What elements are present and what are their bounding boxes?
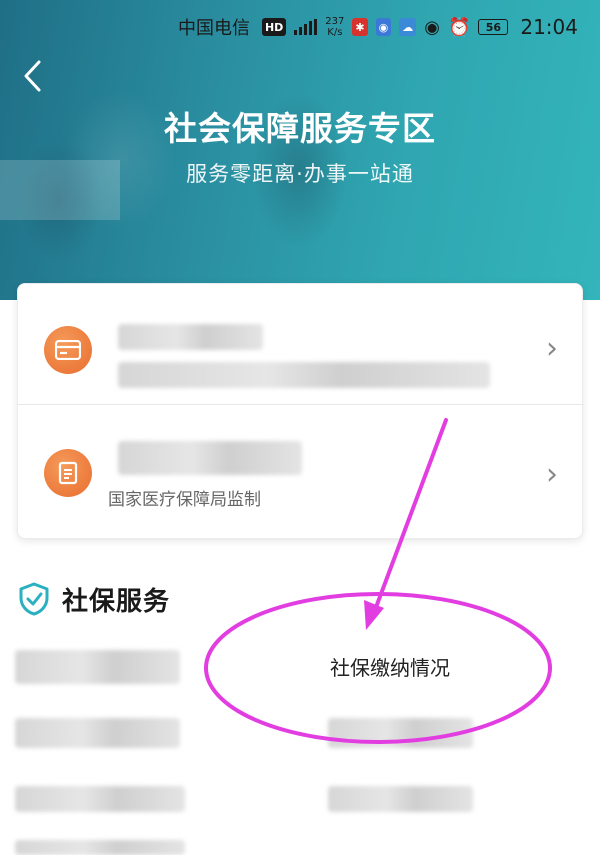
- annotation-arrowhead: [364, 600, 384, 630]
- section-title: 社保服务: [62, 586, 171, 617]
- medical-supervision-text: 国家医疗保障局监制: [108, 490, 261, 510]
- medical-insurance-entry[interactable]: 国家医疗保障局监制 ›: [18, 404, 584, 540]
- document-icon: [44, 449, 92, 497]
- network-speed-value: 237: [325, 16, 345, 27]
- signal-icon: [294, 19, 318, 35]
- carrier-name: 中国电信: [177, 18, 250, 39]
- card-icon: [44, 326, 92, 374]
- bulb-icon: ◉: [375, 18, 392, 36]
- battery-icon: 56: [478, 19, 509, 35]
- app-notification-icon: ✱: [352, 18, 368, 36]
- page-subtitle: 服务零距离·办事一站通: [186, 162, 414, 186]
- blurred-description: [118, 362, 490, 388]
- network-speed-unit: K/s: [327, 27, 343, 38]
- alarm-icon: ⏰: [447, 16, 471, 38]
- card-group: › 国家医疗保障局监制 ›: [17, 283, 584, 540]
- back-button[interactable]: [14, 56, 50, 96]
- service-item-blurred[interactable]: [328, 718, 473, 748]
- social-security-card-entry[interactable]: ›: [18, 284, 584, 404]
- eye-icon: ◉: [424, 16, 440, 38]
- cloud-icon: ☁: [399, 18, 417, 36]
- chevron-left-icon: [24, 60, 41, 92]
- status-bar: 中国电信 HD 237 K/s ✱ ◉ ☁ ◉ ⏰ 56 21:04: [0, 0, 600, 54]
- shield-check-icon: [19, 582, 49, 616]
- chevron-right-icon: ›: [546, 331, 558, 366]
- blurred-title: [118, 441, 302, 475]
- service-item-blurred[interactable]: [328, 786, 473, 812]
- service-item-blurred[interactable]: [15, 650, 180, 684]
- page-title: 社会保障服务专区: [164, 109, 436, 148]
- hd-badge: HD: [261, 18, 287, 36]
- clock-time: 21:04: [520, 15, 578, 39]
- service-item-blurred[interactable]: [15, 718, 180, 748]
- service-item-blurred[interactable]: [15, 840, 185, 855]
- chevron-right-icon: ›: [546, 457, 558, 492]
- social-security-payment-item[interactable]: 社保缴纳情况: [330, 652, 450, 681]
- section-header: 社保服务: [18, 582, 171, 617]
- network-speed: 237 K/s: [325, 16, 344, 38]
- service-item-blurred[interactable]: [15, 786, 185, 812]
- blurred-title: [118, 324, 263, 350]
